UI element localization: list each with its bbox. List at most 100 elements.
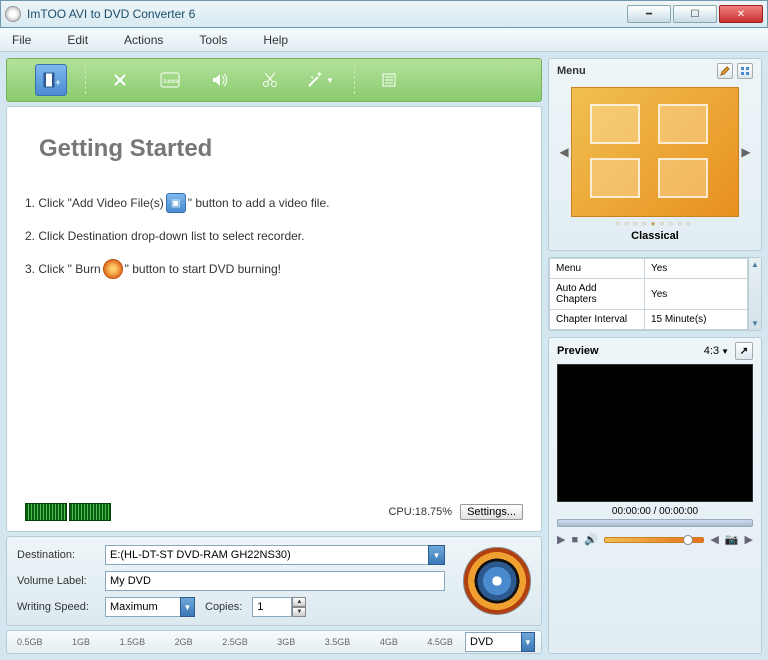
play-button[interactable]: ▶ [557,533,565,546]
size-tick: 2GB [175,637,193,647]
copies-spinner[interactable]: ▲ ▼ [252,597,306,617]
app-icon [5,6,21,22]
clip-button[interactable] [254,64,286,96]
disc-type-combo[interactable]: ▼ [465,632,535,652]
svg-text:+: + [55,78,60,89]
disc-type-input[interactable] [465,632,521,652]
window-title: ImTOO AVI to DVD Converter 6 [27,7,627,21]
chevron-down-icon[interactable]: ▼ [521,632,535,652]
destination-block: Destination: ▼ Volume Label: Writing Spe… [6,536,542,626]
svg-text:Subtitle: Subtitle [163,79,180,85]
film-plus-icon: + [42,71,60,89]
list-icon [381,72,397,88]
svg-text:✦: ✦ [310,75,314,81]
aspect-ratio: 4:3 [704,345,719,357]
scissors-icon [261,71,279,89]
settings-button[interactable]: Settings... [460,504,523,520]
minimize-button[interactable]: ━ [627,5,671,23]
step-3: 3. Click " Burn " button to start DVD bu… [25,259,523,279]
size-bar: 0.5GB1GB1.5GB2GB2.5GB3GB3.5GB4GB4.5GB ▼ [6,630,542,654]
menu-actions[interactable]: Actions [124,33,163,47]
subtitle-icon: Subtitle [160,72,180,88]
scroll-up-icon[interactable]: ▲ [751,260,759,269]
cpu-bar: CPU:18.75% Settings... [25,503,523,521]
size-tick: 2.5GB [222,637,248,647]
main-toolbar: + Subtitle ✦✦ ▼ [6,58,542,102]
volume-slider[interactable] [604,537,705,543]
spin-up-icon[interactable]: ▲ [292,597,306,607]
edit-menu-button[interactable] [717,63,733,79]
speaker-icon [211,72,229,88]
menu-help[interactable]: Help [263,33,288,47]
writing-speed-label: Writing Speed: [17,601,97,613]
step-1: 1. Click "Add Video File(s) ▣ " button t… [25,193,523,213]
writing-speed-input[interactable] [105,597,180,617]
spin-down-icon[interactable]: ▼ [292,607,306,617]
cpu-graph-2 [69,503,111,521]
add-video-button[interactable]: + [35,64,67,96]
cpu-percent: CPU:18.75% [388,506,452,518]
table-row[interactable]: MenuYes [550,259,748,279]
size-ticks: 0.5GB1GB1.5GB2GB2.5GB3GB3.5GB4GB4.5GB [13,637,457,647]
menu-panel-title: Menu [557,65,586,77]
menu-tools[interactable]: Tools [199,33,227,47]
effects-button[interactable]: ✦✦ ▼ [304,64,336,96]
table-row[interactable]: Auto Add ChaptersYes [550,279,748,310]
size-tick: 3GB [277,637,295,647]
list-button[interactable] [373,64,405,96]
seek-slider[interactable] [557,519,753,527]
burn-inline-icon [103,259,123,279]
step-2: 2. Click Destination drop-down list to s… [25,229,523,243]
cpu-graph-1 [25,503,67,521]
destination-combo[interactable]: ▼ [105,545,445,565]
scroll-down-icon[interactable]: ▼ [751,319,759,328]
preview-time: 00:00:00 / 00:00:00 [549,502,761,519]
copies-input[interactable] [252,597,292,617]
volume-icon[interactable]: 🔊 [584,533,598,546]
template-gallery-button[interactable] [737,63,753,79]
table-row[interactable]: Chapter Interval15 Minute(s) [550,310,748,330]
chevron-down-icon[interactable]: ▼ [428,545,445,565]
delete-button[interactable] [104,64,136,96]
prev-frame-button[interactable]: ◀ [710,533,718,546]
next-template-button[interactable]: ▶ [739,145,753,159]
size-tick: 0.5GB [17,637,43,647]
menu-file[interactable]: File [12,33,31,47]
property-value: 15 Minute(s) [644,310,747,330]
snapshot-button[interactable]: 📷 [725,533,739,546]
property-value: Yes [644,259,747,279]
property-key: Chapter Interval [550,310,645,330]
writing-speed-combo[interactable]: ▼ [105,597,195,617]
destination-label: Destination: [17,549,97,561]
next-frame-button[interactable]: ▶ [745,533,753,546]
wand-icon: ✦✦ [306,71,324,89]
size-tick: 1GB [72,637,90,647]
menu-edit[interactable]: Edit [67,33,88,47]
preview-panel: Preview 4:3 ▼ ↗ 00:00:00 / 00:00:00 ▶ ■ … [548,337,762,654]
template-name: Classical [557,230,753,242]
prev-template-button[interactable]: ◀ [557,145,571,159]
x-icon [112,72,128,88]
chevron-down-icon[interactable]: ▼ [721,347,729,356]
burn-button[interactable] [463,547,531,615]
preview-video [557,364,753,502]
popout-button[interactable]: ↗ [735,342,753,360]
close-button[interactable]: ✕ [719,5,763,23]
subtitle-button[interactable]: Subtitle [154,64,186,96]
size-tick: 3.5GB [325,637,351,647]
main-panel: Getting Started 1. Click "Add Video File… [6,106,542,532]
chevron-down-icon: ▼ [326,76,334,85]
audio-button[interactable] [204,64,236,96]
menu-thumbnail[interactable] [571,87,739,217]
property-key: Menu [550,259,645,279]
destination-input[interactable] [105,545,428,565]
stop-button[interactable]: ■ [571,534,578,546]
property-key: Auto Add Chapters [550,279,645,310]
maximize-button[interactable]: ☐ [673,5,717,23]
chevron-down-icon[interactable]: ▼ [180,597,195,617]
copies-label: Copies: [205,601,242,613]
properties-panel: MenuYesAuto Add ChaptersYesChapter Inter… [548,257,762,331]
grid-icon [740,66,750,76]
volume-input[interactable] [105,571,445,591]
properties-scrollbar[interactable]: ▲ ▼ [748,258,761,330]
